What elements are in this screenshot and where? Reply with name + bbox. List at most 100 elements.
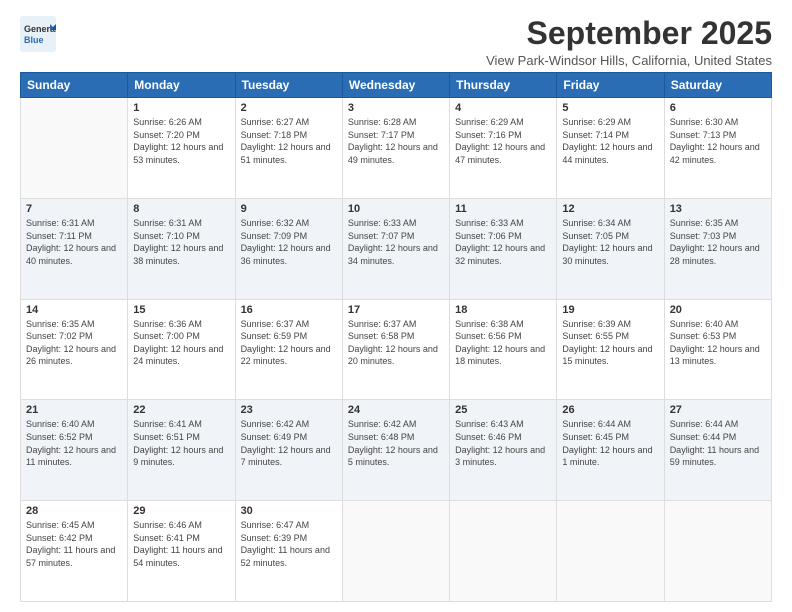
day-number: 25 — [455, 404, 551, 416]
day-info: Sunrise: 6:37 AM Sunset: 6:59 PM Dayligh… — [241, 318, 337, 368]
day-info: Sunrise: 6:41 AM Sunset: 6:51 PM Dayligh… — [133, 418, 229, 468]
day-info: Sunrise: 6:38 AM Sunset: 6:56 PM Dayligh… — [455, 318, 551, 368]
table-row: 10Sunrise: 6:33 AM Sunset: 7:07 PM Dayli… — [342, 198, 449, 299]
day-info: Sunrise: 6:26 AM Sunset: 7:20 PM Dayligh… — [133, 116, 229, 166]
table-row: 30 Sunrise: 6:47 AM Sunset: 6:39 PM Dayli… — [235, 501, 342, 602]
day-info: Sunrise: 6:43 AM Sunset: 6:46 PM Dayligh… — [455, 418, 551, 468]
day-number: 5 — [562, 102, 658, 114]
day-number: 3 — [348, 102, 444, 114]
table-row: 22 Sunrise: 6:41 AM Sunset: 6:51 PM Dayli… — [128, 400, 235, 501]
table-row: 23 Sunrise: 6:42 AM Sunset: 6:49 PM Dayli… — [235, 400, 342, 501]
table-row: 16 Sunrise: 6:37 AM Sunset: 6:59 PM Dayli… — [235, 299, 342, 400]
table-row: 6 Sunrise: 6:30 AM Sunset: 7:13 PM Daylig… — [664, 98, 771, 199]
table-row: 25 Sunrise: 6:43 AM Sunset: 6:46 PM Dayli… — [450, 400, 557, 501]
table-row — [450, 501, 557, 602]
day-number: 29 — [133, 505, 229, 517]
table-row: 3 Sunrise: 6:28 AM Sunset: 7:17 PM Daylig… — [342, 98, 449, 199]
calendar-week-row: 7 Sunrise: 6:31 AM Sunset: 7:11 PM Daylig… — [21, 198, 772, 299]
calendar-table: Sunday Monday Tuesday Wednesday Thursday… — [20, 72, 772, 602]
day-info: Sunrise: 6:44 AM Sunset: 6:45 PM Dayligh… — [562, 418, 658, 468]
table-row: 19 Sunrise: 6:39 AM Sunset: 6:55 PM Dayli… — [557, 299, 664, 400]
table-row: 11Sunrise: 6:33 AM Sunset: 7:06 PM Dayli… — [450, 198, 557, 299]
table-row: 18 Sunrise: 6:38 AM Sunset: 6:56 PM Dayli… — [450, 299, 557, 400]
location-title: View Park-Windsor Hills, California, Uni… — [486, 53, 772, 68]
header-wednesday: Wednesday — [342, 73, 449, 98]
day-info: Sunrise: 6:42 AM Sunset: 6:49 PM Dayligh… — [241, 418, 337, 468]
day-number: 23 — [241, 404, 337, 416]
day-number: 26 — [562, 404, 658, 416]
day-number: 4 — [455, 102, 551, 114]
table-row: 4 Sunrise: 6:29 AM Sunset: 7:16 PM Daylig… — [450, 98, 557, 199]
day-number: 28 — [26, 505, 122, 517]
day-number: 2 — [241, 102, 337, 114]
table-row: 5 Sunrise: 6:29 AM Sunset: 7:14 PM Daylig… — [557, 98, 664, 199]
table-row: 8 Sunrise: 6:31 AM Sunset: 7:10 PM Daylig… — [128, 198, 235, 299]
table-row: 13 Sunrise: 6:35 AM Sunset: 7:03 PM Dayli… — [664, 198, 771, 299]
day-info: Sunrise: 6:47 AM Sunset: 6:39 PM Dayligh… — [241, 519, 337, 569]
day-info: Sunrise: 6:31 AM Sunset: 7:11 PM Dayligh… — [26, 217, 122, 267]
header-thursday: Thursday — [450, 73, 557, 98]
day-info: Sunrise: 6:31 AM Sunset: 7:10 PM Dayligh… — [133, 217, 229, 267]
day-info: Sunrise: 6:34 AM Sunset: 7:05 PM Dayligh… — [562, 217, 658, 267]
day-number: 13 — [670, 203, 766, 215]
logo-icon: General Blue — [20, 16, 56, 52]
calendar-week-row: 1 Sunrise: 6:26 AM Sunset: 7:20 PM Daylig… — [21, 98, 772, 199]
day-number: 16 — [241, 304, 337, 316]
day-info: Sunrise: 6:28 AM Sunset: 7:17 PM Dayligh… — [348, 116, 444, 166]
table-row: 1 Sunrise: 6:26 AM Sunset: 7:20 PM Daylig… — [128, 98, 235, 199]
day-number: 6 — [670, 102, 766, 114]
table-row — [557, 501, 664, 602]
logo: General Blue — [20, 16, 56, 52]
table-row — [342, 501, 449, 602]
day-number: 19 — [562, 304, 658, 316]
day-info: Sunrise: 6:39 AM Sunset: 6:55 PM Dayligh… — [562, 318, 658, 368]
day-number: 17 — [348, 304, 444, 316]
calendar-week-row: 21 Sunrise: 6:40 AM Sunset: 6:52 PM Dayli… — [21, 400, 772, 501]
month-title: September 2025 — [486, 16, 772, 51]
table-row — [664, 501, 771, 602]
table-row: 26 Sunrise: 6:44 AM Sunset: 6:45 PM Dayli… — [557, 400, 664, 501]
day-number: 20 — [670, 304, 766, 316]
table-row: 28Sunrise: 6:45 AM Sunset: 6:42 PM Dayli… — [21, 501, 128, 602]
calendar-week-row: 14Sunrise: 6:35 AM Sunset: 7:02 PM Dayli… — [21, 299, 772, 400]
day-number: 18 — [455, 304, 551, 316]
table-row: 29Sunrise: 6:46 AM Sunset: 6:41 PM Dayli… — [128, 501, 235, 602]
header-friday: Friday — [557, 73, 664, 98]
table-row: 2 Sunrise: 6:27 AM Sunset: 7:18 PM Daylig… — [235, 98, 342, 199]
title-section: September 2025 View Park-Windsor Hills, … — [486, 16, 772, 68]
day-number: 22 — [133, 404, 229, 416]
day-number: 27 — [670, 404, 766, 416]
day-number: 1 — [133, 102, 229, 114]
header: General Blue September 2025 View Park-Wi… — [20, 16, 772, 68]
svg-text:Blue: Blue — [24, 35, 44, 45]
day-info: Sunrise: 6:40 AM Sunset: 6:52 PM Dayligh… — [26, 418, 122, 468]
day-info: Sunrise: 6:37 AM Sunset: 6:58 PM Dayligh… — [348, 318, 444, 368]
day-info: Sunrise: 6:32 AM Sunset: 7:09 PM Dayligh… — [241, 217, 337, 267]
table-row: 12Sunrise: 6:34 AM Sunset: 7:05 PM Dayli… — [557, 198, 664, 299]
table-row: 9Sunrise: 6:32 AM Sunset: 7:09 PM Daylig… — [235, 198, 342, 299]
calendar-week-row: 28Sunrise: 6:45 AM Sunset: 6:42 PM Dayli… — [21, 501, 772, 602]
day-number: 8 — [133, 203, 229, 215]
day-number: 14 — [26, 304, 122, 316]
header-sunday: Sunday — [21, 73, 128, 98]
table-row — [21, 98, 128, 199]
day-number: 11 — [455, 203, 551, 215]
day-info: Sunrise: 6:27 AM Sunset: 7:18 PM Dayligh… — [241, 116, 337, 166]
table-row: 14Sunrise: 6:35 AM Sunset: 7:02 PM Dayli… — [21, 299, 128, 400]
day-info: Sunrise: 6:29 AM Sunset: 7:16 PM Dayligh… — [455, 116, 551, 166]
day-number: 30 — [241, 505, 337, 517]
day-info: Sunrise: 6:30 AM Sunset: 7:13 PM Dayligh… — [670, 116, 766, 166]
table-row: 15Sunrise: 6:36 AM Sunset: 7:00 PM Dayli… — [128, 299, 235, 400]
day-info: Sunrise: 6:33 AM Sunset: 7:07 PM Dayligh… — [348, 217, 444, 267]
table-row: 7 Sunrise: 6:31 AM Sunset: 7:11 PM Daylig… — [21, 198, 128, 299]
day-info: Sunrise: 6:29 AM Sunset: 7:14 PM Dayligh… — [562, 116, 658, 166]
day-info: Sunrise: 6:35 AM Sunset: 7:03 PM Dayligh… — [670, 217, 766, 267]
day-number: 7 — [26, 203, 122, 215]
page: General Blue September 2025 View Park-Wi… — [0, 0, 792, 612]
day-number: 21 — [26, 404, 122, 416]
table-row: 17 Sunrise: 6:37 AM Sunset: 6:58 PM Dayli… — [342, 299, 449, 400]
table-row: 27Sunrise: 6:44 AM Sunset: 6:44 PM Dayli… — [664, 400, 771, 501]
header-tuesday: Tuesday — [235, 73, 342, 98]
day-info: Sunrise: 6:42 AM Sunset: 6:48 PM Dayligh… — [348, 418, 444, 468]
table-row: 21 Sunrise: 6:40 AM Sunset: 6:52 PM Dayli… — [21, 400, 128, 501]
